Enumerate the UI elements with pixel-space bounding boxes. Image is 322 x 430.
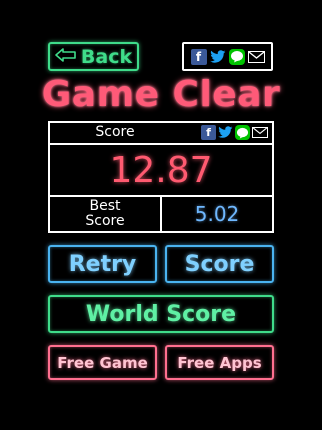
line-icon[interactable] [235, 125, 250, 140]
game-clear-title: Game Clear [41, 74, 281, 115]
facebook-icon[interactable]: f [201, 125, 216, 140]
score-header: Score f [50, 123, 272, 145]
facebook-icon[interactable]: f [190, 48, 207, 65]
best-score-label: Best Score [50, 197, 162, 231]
back-button[interactable]: Back [48, 42, 139, 71]
mail-icon[interactable] [252, 127, 268, 138]
facebook-glyph: f [206, 126, 211, 139]
best-score-row: Best Score 5.02 [50, 197, 272, 231]
facebook-glyph: f [195, 49, 202, 64]
score-value: 12.87 [109, 149, 213, 191]
back-arrow-icon [55, 47, 77, 67]
back-label: Back [80, 45, 133, 68]
retry-button[interactable]: Retry [48, 245, 157, 283]
mail-icon[interactable] [247, 50, 265, 63]
twitter-icon[interactable] [209, 49, 226, 65]
best-label-line2: Score [85, 213, 125, 229]
share-bar: f [182, 42, 273, 71]
free-apps-button[interactable]: Free Apps [165, 345, 274, 380]
score-value-box: 12.87 [50, 145, 272, 197]
score-share-icons: f [201, 125, 268, 140]
score-panel: Score f 12.87 Best Score 5.02 [48, 121, 274, 233]
best-label-line1: Best [89, 198, 121, 214]
twitter-icon[interactable] [218, 125, 233, 140]
free-game-button[interactable]: Free Game [48, 345, 157, 380]
best-score-value: 5.02 [194, 202, 240, 226]
score-label: Score [95, 124, 135, 140]
line-icon[interactable] [228, 48, 245, 65]
world-score-button[interactable]: World Score [48, 295, 274, 333]
score-button[interactable]: Score [165, 245, 274, 283]
